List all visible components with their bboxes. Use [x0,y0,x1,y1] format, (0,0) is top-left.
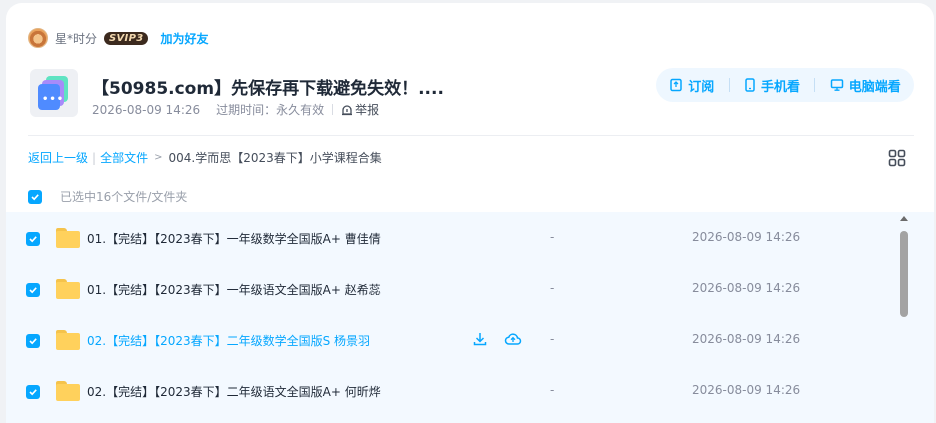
svip-badge: SVIP3 [104,31,149,45]
user-name[interactable]: 星*时分 [55,30,97,47]
report-button[interactable]: 举报 [341,101,379,118]
report-icon [342,104,353,115]
divider [332,104,334,115]
divider [728,78,730,92]
download-icon [473,333,487,346]
file-list: 01.【完结】【2023春下】一年级数学全国版A+ 曹佳倩 - 2026-08-… [6,212,934,423]
row-checkbox[interactable] [26,385,40,399]
divider [814,78,816,92]
file-time: 2026-08-09 14:26 [692,383,801,397]
file-size: - [550,383,555,397]
add-friend-link[interactable]: 加为好友 [160,30,208,47]
share-file-icon: ••• [30,69,78,117]
pc-view-button[interactable]: 电脑端看 [830,76,901,95]
crumb-separator: | [92,150,97,165]
check-icon [29,389,37,396]
check-icon [29,287,37,294]
divider [28,135,914,136]
file-row[interactable]: 01.【完结】【2023春下】一年级语文全国版A+ 赵希蕊 - 2026-08-… [6,266,896,317]
sharer-info: 星*时分 SVIP3 加为好友 [28,27,208,49]
share-actions: 订阅 手机看 电脑端看 [656,68,914,102]
row-checkbox[interactable] [26,283,40,297]
download-button[interactable] [472,331,488,351]
file-row[interactable]: 02.【完结】【2023春下】二年级数学全国版S 杨景羽 - 2026-08-0… [6,317,896,368]
mobile-icon [745,78,755,92]
file-name[interactable]: 01.【完结】【2023春下】一年级语文全国版A+ 赵希蕊 [87,281,381,298]
file-time: 2026-08-09 14:26 [692,230,801,244]
share-meta: 2026-08-09 14:26 过期时间：永久有效 举报 [92,101,379,118]
save-to-cloud-icon [504,333,522,345]
share-title: 【50985.com】先保存再下载避免失效！.... [92,79,444,99]
pc-icon [830,79,844,91]
folder-icon [56,228,80,248]
grid-view-icon [888,149,906,167]
back-link[interactable]: 返回上一级 [28,149,88,166]
row-checkbox[interactable] [26,334,40,348]
scrollbar-thumb[interactable] [900,231,908,317]
file-size: - [550,281,555,295]
file-time: 2026-08-09 14:26 [692,332,801,346]
file-name[interactable]: 02.【完结】【2023春下】二年级语文全国版A+ 何昕烨 [87,383,381,400]
subscribe-button[interactable]: 订阅 [669,76,714,95]
scroll-up-arrow[interactable] [900,216,908,221]
check-icon [29,338,37,345]
mobile-view-button[interactable]: 手机看 [744,76,800,95]
all-files-link[interactable]: 全部文件 [100,149,148,166]
folder-icon [56,381,80,401]
breadcrumb: 返回上一级 | 全部文件 > 004.学而思【2023春下】小学课程合集 [28,149,382,166]
check-icon [31,193,39,200]
row-checkbox[interactable] [26,232,40,246]
file-row[interactable]: 02.【完结】【2023春下】二年级语文全国版A+ 何昕烨 - 2026-08-… [6,368,896,419]
select-all-checkbox[interactable] [28,189,42,204]
current-folder: 004.学而思【2023春下】小学课程合集 [168,151,382,165]
subscribe-icon [670,78,682,92]
expiry-text: 过期时间：永久有效 [216,103,325,117]
report-label: 举报 [355,103,380,117]
folder-icon [56,279,80,299]
pc-label: 电脑端看 [848,79,901,95]
grid-view-toggle[interactable] [888,149,906,171]
save-to-cloud-button[interactable] [504,331,522,351]
folder-icon [56,330,80,350]
avatar-icon[interactable] [28,28,48,48]
file-row[interactable]: 01.【完结】【2023春下】一年级数学全国版A+ 曹佳倩 - 2026-08-… [6,215,896,266]
mobile-label: 手机看 [760,79,800,95]
chevron-right-icon: > [154,152,163,163]
file-time: 2026-08-09 14:26 [692,281,801,295]
subscribe-label: 订阅 [688,79,715,95]
selection-count: 已选中16个文件/文件夹 [60,190,188,204]
select-all-row: 已选中16个文件/文件夹 [28,188,187,205]
share-date: 2026-08-09 14:26 [92,102,201,117]
file-name[interactable]: 02.【完结】【2023春下】二年级数学全国版S 杨景羽 [87,332,370,349]
share-panel: 星*时分 SVIP3 加为好友 ••• 【50985.com】先保存再下载避免失… [6,3,934,423]
file-size: - [550,230,555,244]
file-size: - [550,332,555,346]
file-name[interactable]: 01.【完结】【2023春下】一年级数学全国版A+ 曹佳倩 [87,230,381,247]
check-icon [29,236,37,243]
